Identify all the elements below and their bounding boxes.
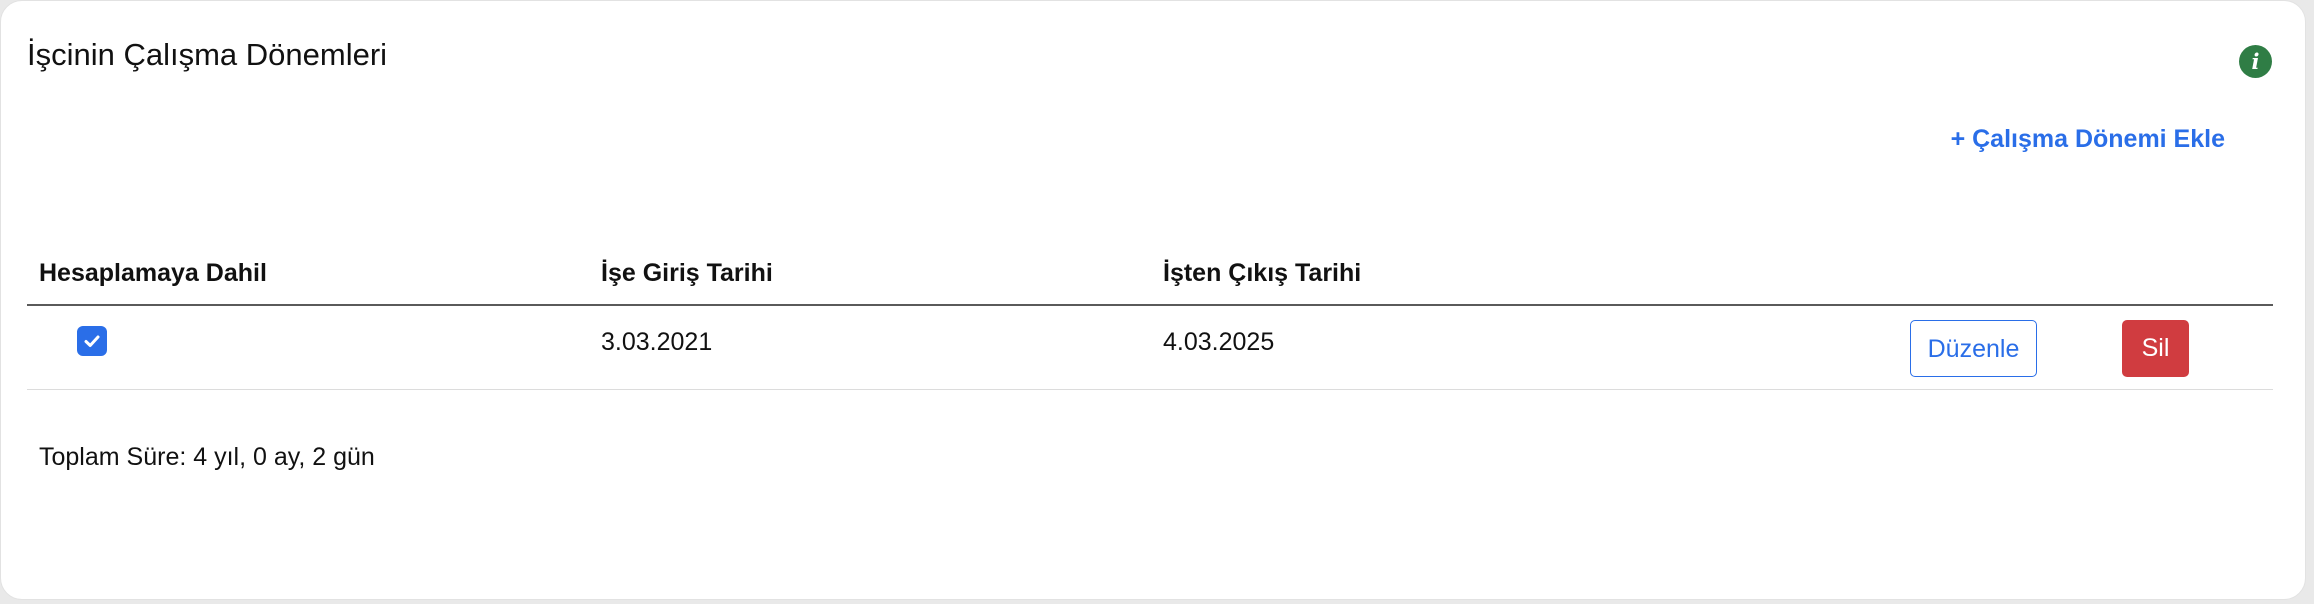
total-duration: Toplam Süre: 4 yıl, 0 ay, 2 gün	[39, 443, 375, 471]
end-date-cell: 4.03.2025	[1163, 328, 1275, 356]
check-icon	[84, 335, 100, 347]
header-start-date: İşe Giriş Tarihi	[601, 259, 773, 287]
delete-button[interactable]: Sil	[2122, 320, 2189, 377]
work-periods-panel: İşcinin Çalışma Dönemleri i + Çalışma Dö…	[0, 0, 2306, 600]
work-periods-table: Hesaplamaya Dahil İşe Giriş Tarihi İşten…	[27, 249, 2273, 390]
edit-button[interactable]: Düzenle	[1910, 320, 2037, 377]
start-date-cell: 3.03.2021	[601, 328, 713, 356]
info-icon[interactable]: i	[2239, 45, 2272, 78]
header-included: Hesaplamaya Dahil	[39, 259, 267, 287]
add-work-period-link[interactable]: + Çalışma Dönemi Ekle	[1951, 125, 2225, 154]
header-end-date: İşten Çıkış Tarihi	[1163, 259, 1362, 287]
panel-title: İşcinin Çalışma Dönemleri	[27, 37, 388, 72]
table-row: 3.03.2021 4.03.2025 Düzenle Sil	[27, 306, 2273, 390]
included-checkbox[interactable]	[77, 326, 107, 356]
table-header: Hesaplamaya Dahil İşe Giriş Tarihi İşten…	[27, 249, 2273, 306]
